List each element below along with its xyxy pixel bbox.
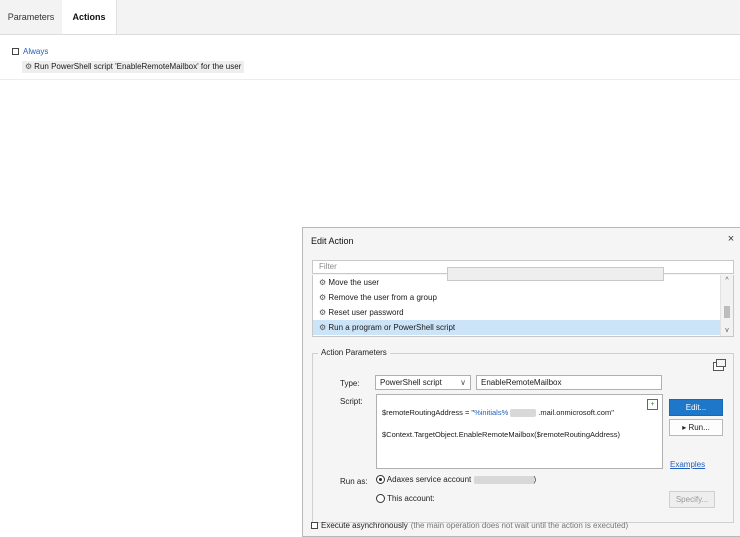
chevron-down-icon: ∨ <box>460 378 466 387</box>
run-as-label: Run as: <box>340 477 368 486</box>
redacted-block <box>510 409 537 418</box>
service-account-close: ) <box>533 475 537 484</box>
checkbox-icon[interactable] <box>311 522 318 529</box>
list-item-run-script[interactable]: ⚙ Run a program or PowerShell script <box>313 320 721 335</box>
gear-icon: ⚙ <box>319 293 327 302</box>
list-item-label: Reset user password <box>328 308 404 317</box>
list-item-label: Remove the user from a group <box>328 293 437 302</box>
dialog-title: Edit Action <box>311 236 354 246</box>
script-editor[interactable]: $remoteRoutingAddress = "%initials% .mail… <box>376 394 663 469</box>
this-account-input[interactable] <box>447 267 664 281</box>
gear-icon: ⚙ <box>25 62 33 71</box>
chevron-up-icon[interactable]: ^ <box>721 277 733 284</box>
divider <box>0 79 740 80</box>
condition-label: Always <box>23 47 49 56</box>
edit-button[interactable]: Edit... <box>669 399 723 416</box>
chevron-down-icon[interactable]: v <box>721 327 733 334</box>
type-select[interactable]: PowerShell script ∨ <box>375 375 471 390</box>
radio-checked-icon[interactable] <box>376 475 385 485</box>
radio-unchecked-icon[interactable] <box>376 494 385 504</box>
run-button-label: Run... <box>688 423 710 432</box>
list-scrollbar[interactable]: ^ v <box>720 275 733 336</box>
this-account-option[interactable]: This account: <box>376 494 435 504</box>
group-label: Action Parameters <box>318 348 390 357</box>
tab-parameters[interactable]: Parameters <box>0 0 62 34</box>
insert-value-icon[interactable]: + <box>647 399 658 410</box>
service-account-option[interactable]: Adaxes service account ) <box>376 475 537 485</box>
gear-icon: ⚙ <box>319 278 327 287</box>
type-select-value: PowerShell script <box>380 378 442 387</box>
specify-button[interactable]: Specify... <box>669 491 715 508</box>
script-text: .mail.onmicrosoft.com" <box>538 408 614 417</box>
script-line-1: $remoteRoutingAddress = "%initials% .mail… <box>382 408 614 418</box>
type-label: Type: <box>340 379 360 388</box>
script-token: %initials% <box>474 408 509 417</box>
script-line-2: $Context.TargetObject.EnableRemoteMailbo… <box>382 430 621 439</box>
this-account-label: This account: <box>387 494 435 503</box>
script-name-input[interactable]: EnableRemoteMailbox <box>476 375 662 390</box>
script-label: Script: <box>340 397 363 406</box>
run-button[interactable]: ▸ Run... <box>669 419 723 436</box>
list-item-label: Move the user <box>328 278 380 287</box>
tab-actions[interactable]: Actions <box>62 0 117 34</box>
list-item-reset-password[interactable]: ⚙ Reset user password <box>313 305 721 320</box>
action-type-list[interactable]: ⚙ Move the user ⚙ Remove the user from a… <box>312 275 734 337</box>
gear-icon: ⚙ <box>319 323 327 332</box>
action-item[interactable]: ⚙ Run PowerShell script 'EnableRemoteMai… <box>22 61 245 73</box>
gear-icon: ⚙ <box>319 308 327 317</box>
redacted-block <box>473 475 534 484</box>
action-item-label: Run PowerShell script 'EnableRemoteMailb… <box>34 62 242 71</box>
close-icon[interactable]: × <box>724 232 738 246</box>
examples-link[interactable]: Examples <box>670 460 705 469</box>
scrollbar-thumb[interactable] <box>724 306 730 318</box>
service-account-label: Adaxes service account <box>386 475 472 484</box>
condition-always[interactable]: Always <box>12 47 48 56</box>
list-item-remove-from-group[interactable]: ⚙ Remove the user from a group <box>313 290 721 305</box>
condition-checkbox-icon[interactable] <box>12 48 19 55</box>
script-text: $remoteRoutingAddress = " <box>382 408 475 417</box>
copy-icon[interactable] <box>713 359 726 371</box>
list-item-label: Run a program or PowerShell script <box>328 323 456 332</box>
